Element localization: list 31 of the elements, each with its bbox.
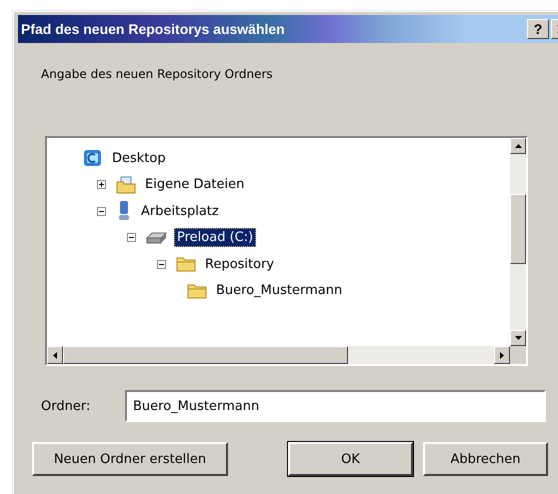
horizontal-scrollbar[interactable] bbox=[47, 346, 526, 364]
dialog-button[interactable]: Abbrechen bbox=[423, 442, 548, 476]
help-button[interactable]: ? bbox=[527, 19, 549, 39]
left-arrow-icon[interactable] bbox=[53, 352, 57, 358]
computer-icon bbox=[116, 200, 132, 222]
desktop-icon bbox=[83, 148, 103, 168]
folder-icon bbox=[187, 282, 207, 299]
expand-icon[interactable] bbox=[97, 180, 106, 190]
tree-item[interactable]: Buero_Mustermann bbox=[213, 281, 346, 300]
folder-icon bbox=[176, 256, 196, 272]
folder-name-field[interactable]: Buero_Mustermann bbox=[125, 390, 546, 422]
collapse-icon[interactable] bbox=[157, 260, 166, 269]
tree-item[interactable]: Desktop bbox=[109, 148, 169, 168]
collapse-icon[interactable] bbox=[97, 206, 106, 216]
prompt-text: Angabe des neuen Repository Ordners bbox=[41, 67, 274, 83]
up-arrow-icon[interactable] bbox=[514, 144, 522, 148]
vertical-scrollbar[interactable] bbox=[510, 138, 526, 346]
dialog-button[interactable]: Neuen Ordner erstellen bbox=[32, 442, 228, 476]
scrollbar-corner bbox=[510, 346, 526, 364]
tree-item[interactable]: Preload (C:) bbox=[174, 228, 256, 248]
tree-item[interactable]: Arbeitsplatz bbox=[138, 202, 222, 221]
folder-icon bbox=[116, 176, 136, 194]
right-arrow-icon[interactable] bbox=[500, 352, 504, 358]
field-label: Ordner: bbox=[41, 398, 92, 414]
tree-item[interactable]: Eigene Dateien bbox=[142, 175, 248, 194]
tree-item[interactable]: Repository bbox=[202, 254, 278, 274]
window-title: Pfad des neuen Repositorys auswählen bbox=[21, 21, 286, 37]
drive-icon bbox=[146, 230, 168, 245]
dialog-button[interactable]: OK bbox=[288, 442, 413, 476]
collapse-icon[interactable] bbox=[127, 233, 136, 242]
down-arrow-icon[interactable] bbox=[514, 336, 522, 340]
